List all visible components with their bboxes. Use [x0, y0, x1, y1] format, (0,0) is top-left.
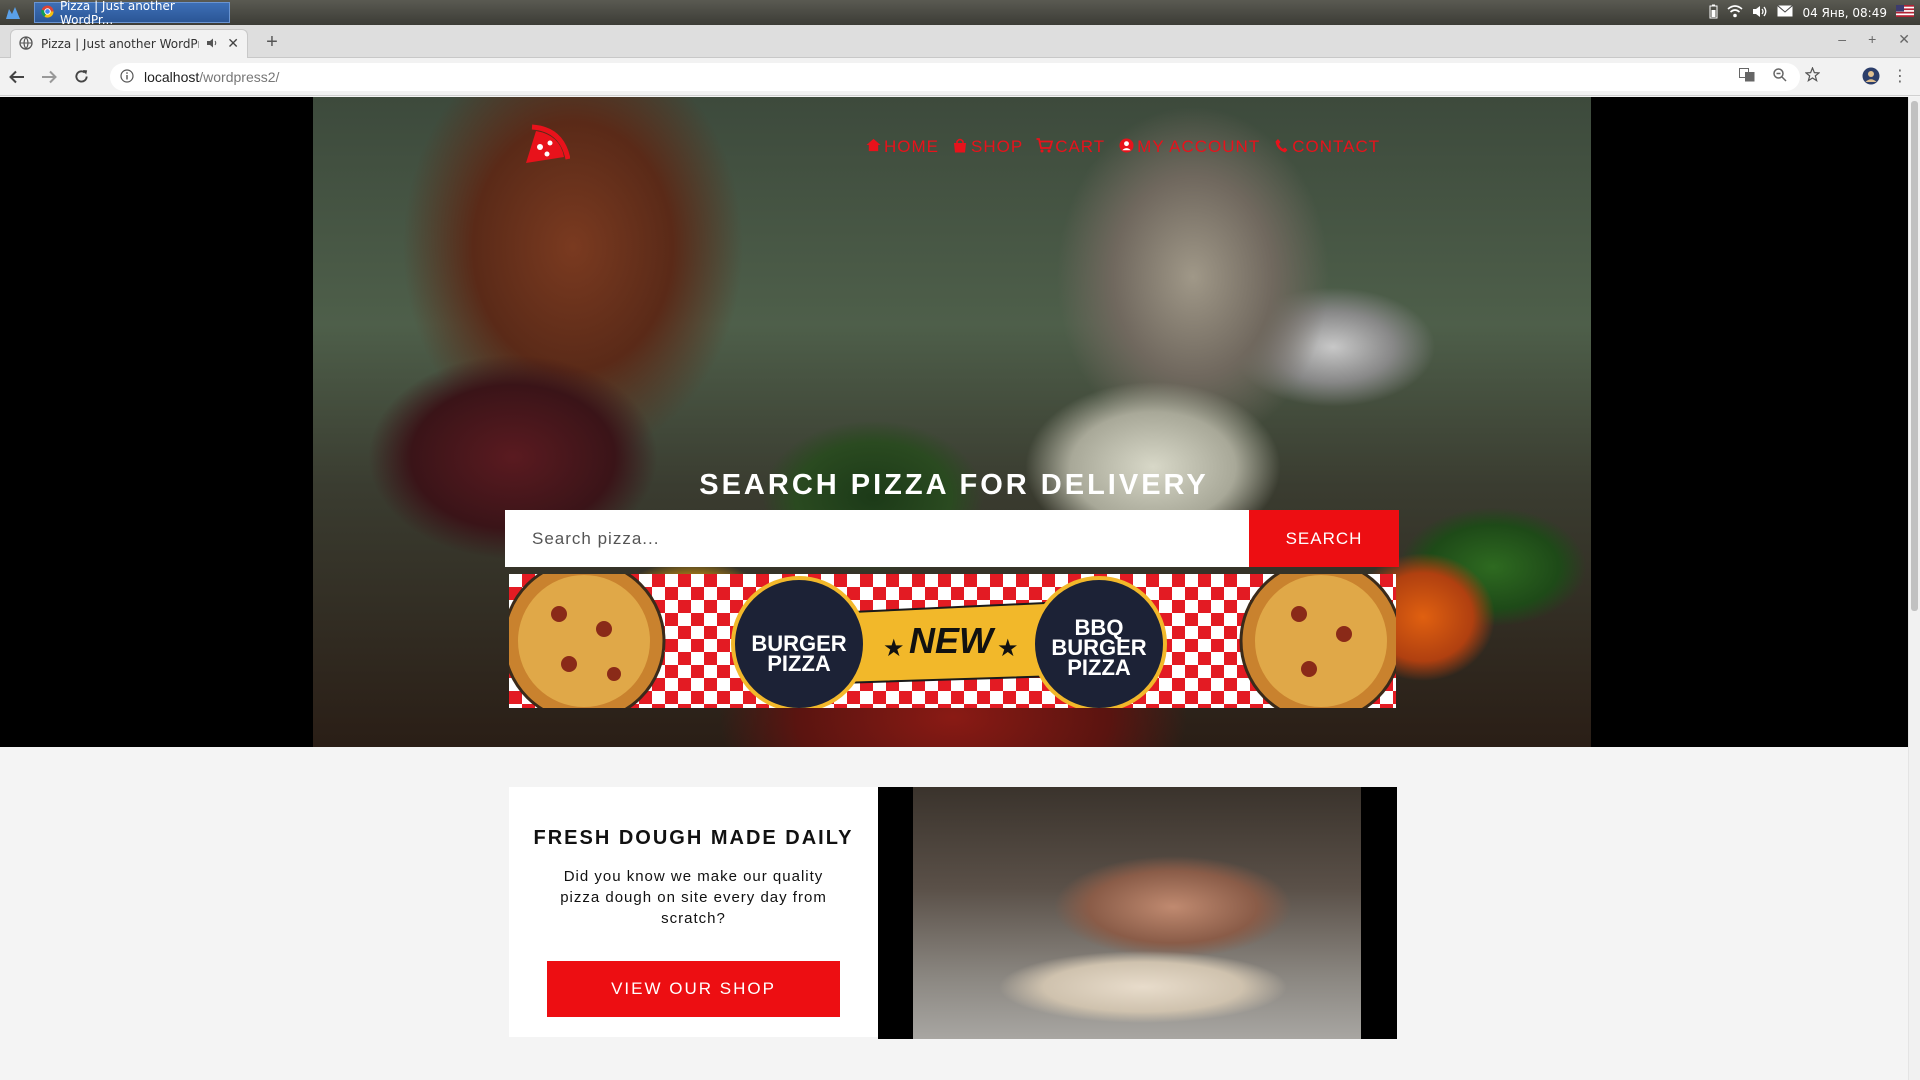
svg-text:★: ★ — [883, 635, 905, 662]
battery-icon[interactable] — [1709, 4, 1718, 22]
user-icon — [1117, 137, 1135, 157]
url-path: /wordpress2/ — [199, 69, 280, 85]
close-window-icon[interactable]: ✕ — [1898, 31, 1910, 48]
promo-badge-left-line2: PIZZA — [767, 651, 831, 676]
promo-badge-right-line3: PIZZA — [1067, 655, 1131, 680]
search-form: SEARCH — [505, 510, 1399, 567]
main-navigation: HOME SHOP CART MY ACCOUNT CONTACT — [864, 137, 1380, 157]
feature-text: Did you know we make our quality pizza d… — [560, 868, 827, 927]
tab-audio-icon[interactable] — [207, 37, 219, 51]
address-bar[interactable]: localhost/wordpress2/ — [110, 63, 1800, 91]
browser-tab-title: Pizza | Just another WordPr — [41, 37, 200, 51]
promo-banner[interactable]: ★ ★ BURGER PIZZA NEW BBQ BURGER PIZZA — [509, 574, 1396, 708]
window-controls: – + ✕ — [1838, 31, 1910, 48]
feature-card: FRESH DOUGH MADE DAILY Did you know we m… — [509, 787, 878, 1037]
nav-contact[interactable]: CONTACT — [1272, 137, 1380, 157]
hero-title: SEARCH PIZZA FOR DELIVERY — [699, 469, 1209, 501]
nav-cart-label: CART — [1055, 137, 1106, 156]
cart-icon — [1035, 137, 1053, 157]
dough-video[interactable] — [878, 787, 1397, 1039]
volume-icon[interactable] — [1752, 5, 1768, 21]
nav-cart[interactable]: CART — [1035, 137, 1105, 157]
us-flag-icon[interactable] — [1896, 5, 1914, 20]
url-text: localhost/wordpress2/ — [144, 69, 279, 85]
search-button[interactable]: SEARCH — [1249, 510, 1399, 567]
maximize-icon[interactable]: + — [1868, 31, 1876, 48]
browser-menu-icon[interactable]: ⋮ — [1892, 66, 1908, 86]
zoom-icon[interactable] — [1773, 67, 1787, 87]
bookmark-star-icon[interactable] — [1804, 66, 1821, 87]
feature-section: FRESH DOUGH MADE DAILY Did you know we m… — [509, 787, 1397, 1039]
chrome-icon — [41, 4, 54, 21]
phone-icon — [1272, 138, 1290, 157]
mail-icon[interactable] — [1777, 5, 1794, 20]
system-tray: 04 Янв, 08:49 — [1709, 0, 1920, 25]
nav-my-account-label: MY ACCOUNT — [1137, 137, 1261, 156]
svg-text:★: ★ — [997, 635, 1019, 662]
back-icon[interactable] — [2, 62, 32, 92]
promo-badge-left: BURGER PIZZA — [735, 633, 863, 676]
home-icon — [864, 138, 882, 156]
hero-section: HOME SHOP CART MY ACCOUNT CONTACT SEARCH… — [0, 97, 1908, 747]
page-scrollbar[interactable] — [1908, 97, 1920, 1080]
nav-home[interactable]: HOME — [864, 137, 939, 157]
nav-shop-label: SHOP — [971, 137, 1024, 156]
page-viewport: HOME SHOP CART MY ACCOUNT CONTACT SEARCH… — [0, 97, 1908, 1080]
forward-icon[interactable] — [34, 62, 64, 92]
new-tab-button[interactable]: + — [260, 31, 284, 55]
translate-icon[interactable] — [1739, 67, 1755, 87]
site-info-icon[interactable] — [120, 68, 134, 86]
url-host: localhost — [144, 69, 200, 85]
wifi-icon[interactable] — [1727, 4, 1743, 21]
address-bar-actions — [1739, 63, 1821, 91]
browser-toolbar: localhost/wordpress2/ ⋮ — [0, 58, 1920, 96]
clock[interactable]: 04 Янв, 08:49 — [1802, 6, 1887, 20]
pizza-logo-icon[interactable] — [520, 119, 571, 169]
favicon-globe-icon — [19, 35, 33, 53]
profile-avatar-icon[interactable] — [1862, 67, 1880, 90]
nav-contact-label: CONTACT — [1292, 137, 1381, 156]
reload-icon[interactable] — [66, 62, 96, 92]
feature-title: FRESH DOUGH MADE DAILY — [533, 827, 854, 849]
taskbar-window-button[interactable]: Pizza | Just another WordPr... — [34, 0, 230, 27]
scrollbar-thumb[interactable] — [1911, 101, 1918, 611]
search-input[interactable] — [505, 510, 1249, 567]
dough-video-frame — [913, 787, 1361, 1039]
browser-tab[interactable]: Pizza | Just another WordPr ✕ — [10, 29, 248, 58]
minimize-icon[interactable]: – — [1838, 31, 1846, 48]
promo-badge-right: BBQ BURGER PIZZA — [1035, 617, 1163, 680]
os-menu-icon[interactable] — [0, 0, 26, 25]
nav-shop[interactable]: SHOP — [951, 137, 1023, 157]
promo-new-label: NEW — [909, 620, 993, 661]
taskbar-window-title: Pizza | Just another WordPr... — [60, 0, 175, 27]
nav-home-label: HOME — [884, 137, 939, 156]
os-top-panel: Pizza | Just another WordPr... 04 Янв, 0… — [0, 0, 1920, 27]
bag-icon — [951, 138, 969, 157]
tab-close-icon[interactable]: ✕ — [227, 36, 239, 52]
nav-my-account[interactable]: MY ACCOUNT — [1117, 137, 1260, 157]
browser-tab-strip: Pizza | Just another WordPr ✕ + – + ✕ — [0, 25, 1920, 58]
view-shop-button[interactable]: VIEW OUR SHOP — [547, 961, 840, 1017]
